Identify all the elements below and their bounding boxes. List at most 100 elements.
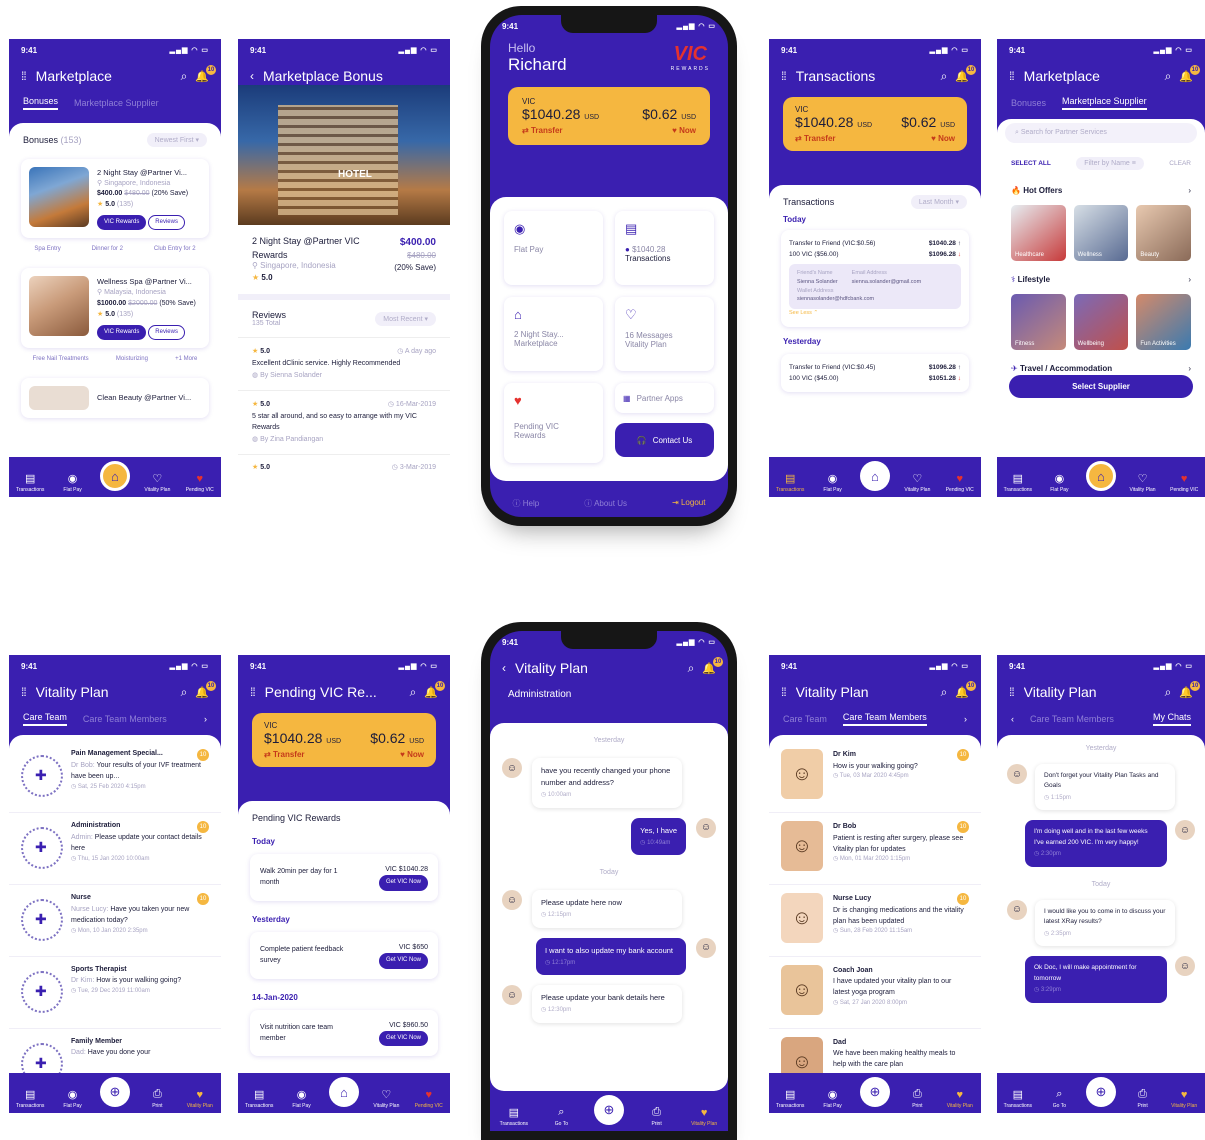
nav-add-user[interactable]: ⊕ [1082,1077,1120,1109]
nav-add-user[interactable]: ⊕ [590,1095,628,1127]
tab-marketplace-supplier[interactable]: Marketplace Supplier [74,98,159,108]
tile-pending-vic[interactable]: ♥ Pending VIC Rewards [504,383,603,463]
nav-add-user[interactable]: ⊕ [96,1077,134,1109]
nav-pending-vic[interactable]: ♥ Pending VIC [941,473,979,493]
list-item[interactable]: ☺ Dad We have been making healthy meals to… [769,1029,981,1079]
nav-flat-pay[interactable]: ◉ Flat Pay [283,1088,321,1109]
search-icon[interactable]: ⌕ [1165,69,1172,84]
search-input[interactable]: ⌕ Search for Partner Services [1005,123,1197,143]
category-beauty[interactable]: Beauty [1136,205,1192,261]
nav-vitality-plan[interactable]: ♡ Vitality Plan [1124,472,1162,493]
category-wellness[interactable]: Wellness [1073,205,1129,261]
nav-pending-vic[interactable]: ♥ Pending VIC [181,473,219,493]
nav-print[interactable]: ⎙ Print [638,1106,676,1127]
bell-icon[interactable]: 🔔 10 [195,64,216,83]
category-wellbeing[interactable]: Wellbeing [1073,294,1129,350]
bell-icon[interactable]: 🔔 10 [702,656,723,675]
sort-dropdown[interactable]: Most Recent ▾ [375,311,436,326]
see-less-link[interactable]: See Less ⌃ [789,309,961,318]
list-item[interactable]: ☺ Coach Joan I have updated your vitality … [769,957,981,1029]
nav-flat-pay[interactable]: ◉ Flat Pay [814,1088,852,1109]
nav-vitality-plan[interactable]: ♥ Vitality Plan [1165,1089,1203,1109]
list-item[interactable]: ☺ Nurse Lucy 10 Dr is changing medications … [769,885,981,957]
transfer-button[interactable]: ⇄ Transfer [522,126,563,135]
tag[interactable]: +1 More [175,356,197,362]
nav-transactions[interactable]: ▤ Transactions [999,472,1037,493]
get-vic-now-button[interactable]: Get VIC Now [378,1030,428,1047]
nav-transactions[interactable]: ▤ Transactions [11,1088,49,1109]
bell-icon[interactable]: 🔔 10 [424,680,445,699]
vic-rewards-button[interactable]: VIC Rewards [97,215,147,231]
tile-vitality-plan[interactable]: ♡ 16 Messages Vitality Plan [615,297,714,371]
tab-care-team-members[interactable]: Care Team Members [83,714,167,724]
nav-vitality-plan[interactable]: ♡ Vitality Plan [138,472,176,493]
list-item[interactable]: Wellness Spa @Partner Vi... ⚲ Malaysia, … [21,268,209,348]
category-healthcare[interactable]: Healthcare [1011,205,1066,261]
nav-vitality-plan[interactable]: ♡ Vitality Plan [367,1088,405,1109]
grid-menu-icon[interactable]: ⁞⁞ [781,69,787,83]
bell-icon[interactable]: 🔔 10 [195,680,216,699]
logout-link[interactable]: ⇥ Logout [672,498,705,509]
tab-care-team-members[interactable]: Care Team Members [1030,714,1114,724]
nav-transactions[interactable]: ▤ Transactions [11,472,49,493]
list-item[interactable]: ✚ Pain Management Special... 10 Dr Bob: You… [9,741,221,813]
nav-transactions[interactable]: ▤ Transactions [771,472,809,493]
tile-transactions[interactable]: ▤ ● $1040.28 Transactions [615,211,714,285]
now-button[interactable]: ♥ Now [931,134,955,143]
list-item[interactable]: ☺ Dr Kim 10 How is your walking going? ◷ Tue… [769,741,981,813]
search-icon[interactable]: ⌕ [941,685,948,700]
get-vic-now-button[interactable]: Get VIC Now [378,875,428,891]
tab-marketplace-supplier[interactable]: Marketplace Supplier [1062,96,1147,110]
chevron-left-icon[interactable]: ‹ [1011,714,1014,724]
tab-bonuses[interactable]: Bonuses [23,96,59,110]
list-item[interactable]: ✚ Family Member Dad: Have you done your [9,1029,221,1079]
grid-menu-icon[interactable]: ⁞⁞ [250,685,256,699]
reviews-button[interactable]: Reviews [148,324,185,340]
nav-go-to[interactable]: ⌕ Go To [1040,1088,1078,1109]
contact-us-button[interactable]: 🎧 Contact Us [615,423,714,457]
list-item[interactable]: ✚ Sports Therapist Dr Kim: How is your wal… [9,957,221,1029]
grid-menu-icon[interactable]: ⁞⁞ [1009,69,1015,83]
about-link[interactable]: ⓘ About Us [584,498,627,509]
nav-transactions[interactable]: ▤ Transactions [999,1088,1037,1109]
nav-transactions[interactable]: ▤ Transactions [495,1106,533,1127]
search-icon[interactable]: ⌕ [688,661,695,676]
transaction-item[interactable]: Transfer to Friend (VIC:$0.56) $1040.28 ↑… [781,230,969,327]
back-arrow-icon[interactable]: ‹ [502,661,506,675]
nav-add-user[interactable]: ⊕ [856,1077,894,1109]
grid-menu-icon[interactable]: ⁞⁞ [21,69,27,83]
tab-care-team-members[interactable]: Care Team Members [842,712,927,726]
nav-marketplace[interactable]: ⌂ [1082,461,1120,493]
select-all-button[interactable]: SELECT ALL [1011,160,1051,167]
nav-print[interactable]: ⎙ Print [898,1088,936,1109]
transfer-button[interactable]: ⇄ Transfer [264,750,305,759]
search-icon[interactable]: ⌕ [1165,685,1172,700]
nav-marketplace[interactable]: ⌂ [96,461,134,493]
now-button[interactable]: ♥ Now [672,126,696,135]
tab-care-team[interactable]: Care Team [783,714,827,724]
now-button[interactable]: ♥ Now [400,750,424,759]
nav-print[interactable]: ⎙ Print [1124,1088,1162,1109]
tile-marketplace[interactable]: ⌂ 2 Night Stay... Marketplace [504,297,603,371]
nav-marketplace[interactable]: ⌂ [325,1077,363,1109]
chevron-right-icon[interactable]: › [204,714,207,724]
bell-icon[interactable]: 🔔 10 [955,64,976,83]
tab-bonuses[interactable]: Bonuses [1011,98,1046,108]
tab-my-chats[interactable]: My Chats [1152,712,1191,726]
help-link[interactable]: ⓘ Help [513,498,540,509]
list-item[interactable]: ☺ Dr Bob 10 Patient is resting after surger… [769,813,981,885]
list-item[interactable]: ✚ Nurse 10 Nurse Lucy: Have you taken your … [9,885,221,957]
list-item[interactable]: 2 Night Stay @Partner Vi... ⚲ Singapore,… [21,159,209,239]
search-icon[interactable]: ⌕ [181,685,188,700]
nav-flat-pay[interactable]: ◉ Flat Pay [54,1088,92,1109]
nav-transactions[interactable]: ▤ Transactions [240,1088,278,1109]
category-fun-activities[interactable]: Fun Activities [1136,294,1192,350]
list-item[interactable]: Clean Beauty @Partner Vi... [21,377,209,418]
transfer-button[interactable]: ⇄ Transfer [795,134,836,143]
transaction-item[interactable]: Transfer to Friend (VIC:$0.45) $1096.28 ↑… [781,353,969,392]
select-supplier-button[interactable]: Select Supplier [1009,375,1193,398]
bell-icon[interactable]: 🔔 10 [1179,680,1200,699]
search-icon[interactable]: ⌕ [410,685,417,700]
filter-dropdown[interactable]: Last Month ▾ [910,195,967,209]
sort-dropdown[interactable]: Newest First ▾ [146,133,207,147]
